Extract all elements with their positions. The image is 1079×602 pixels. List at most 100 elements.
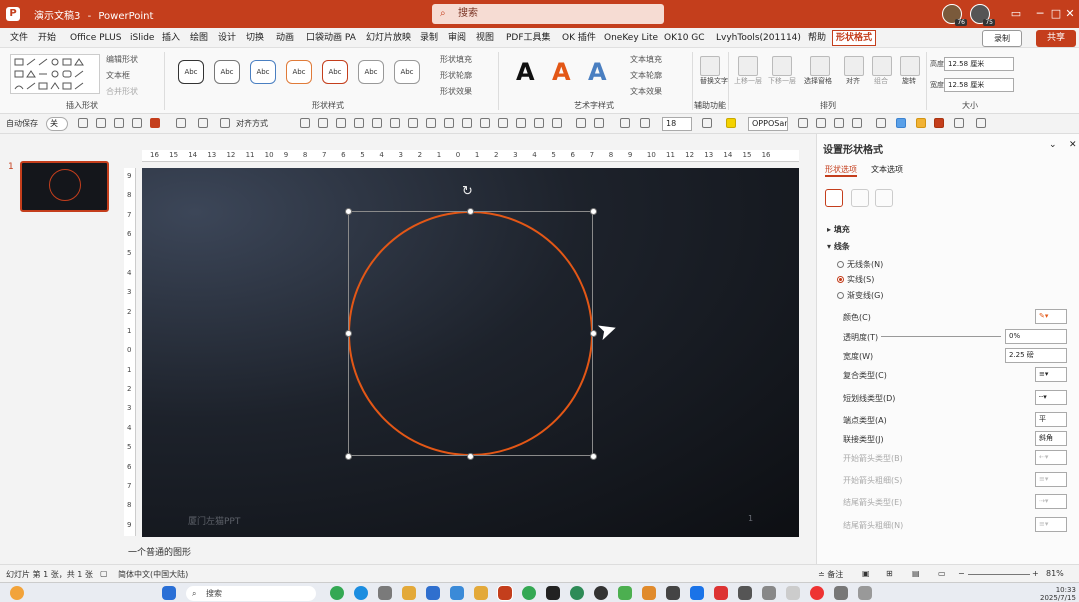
tab-view[interactable]: 视图: [476, 31, 494, 45]
tab-help[interactable]: 帮助: [808, 31, 826, 45]
wechat-icon[interactable]: [570, 586, 584, 600]
redo-icon[interactable]: [220, 118, 230, 128]
screen-icon[interactable]: [954, 118, 964, 128]
edit-shape-button[interactable]: 编辑形状: [106, 54, 138, 65]
ribbon-toggle-icon[interactable]: ▭: [1006, 5, 1026, 23]
app-icon[interactable]: [762, 586, 776, 600]
effects-pentagon-icon[interactable]: [851, 189, 869, 207]
slide-canvas[interactable]: ↻ ➤ 厦门左猫PPT 1: [142, 168, 799, 537]
explorer-icon[interactable]: [402, 586, 416, 600]
width-input[interactable]: 2.25 磅: [1005, 348, 1067, 363]
rotate-icon[interactable]: [900, 56, 920, 76]
mail-icon[interactable]: [450, 586, 464, 600]
alt-text-icon[interactable]: [700, 56, 720, 76]
highlight-icon[interactable]: [726, 118, 736, 128]
underline-icon[interactable]: [834, 118, 844, 128]
resize-handle-bottom[interactable]: [467, 453, 474, 460]
normal-view-icon[interactable]: ▣: [862, 569, 870, 578]
line-spacing-icon[interactable]: [620, 118, 630, 128]
shape-icon[interactable]: [552, 118, 562, 128]
distribute-v-icon[interactable]: [426, 118, 436, 128]
join-type-select[interactable]: 斜角: [1035, 431, 1067, 446]
tab-onekey-lite[interactable]: OneKey Lite: [604, 31, 658, 45]
text-fill-button[interactable]: 文本填充: [630, 54, 662, 65]
app-icon[interactable]: [786, 586, 800, 600]
shape-style-5[interactable]: Abc: [322, 60, 348, 84]
tab-draw[interactable]: 绘图: [190, 31, 208, 45]
tab-shape-format[interactable]: 形状格式: [832, 30, 877, 46]
chart-icon[interactable]: [876, 118, 886, 128]
chrome-icon[interactable]: [330, 586, 344, 600]
begin-arrow-type-select[interactable]: ⇠▾: [1035, 450, 1067, 465]
shape-outline-button[interactable]: 形状轮廓: [440, 70, 472, 81]
tab-record[interactable]: 录制: [420, 31, 438, 45]
table-icon[interactable]: [852, 118, 862, 128]
record-icon[interactable]: [934, 118, 944, 128]
align-top-icon[interactable]: [354, 118, 364, 128]
chevron-down-icon[interactable]: ⌄: [1049, 140, 1057, 150]
zoom-slider[interactable]: [968, 574, 1030, 575]
width-input[interactable]: 12.58 厘米: [944, 78, 1014, 92]
align-middle-icon[interactable]: [372, 118, 382, 128]
wordart-style-1[interactable]: A: [516, 58, 535, 86]
resize-handle-top-left[interactable]: [345, 208, 352, 215]
cap-type-select[interactable]: 平: [1035, 412, 1067, 427]
end-arrow-type-select[interactable]: ⇢▾: [1035, 494, 1067, 509]
resize-handle-left[interactable]: [345, 330, 352, 337]
resize-handle-top[interactable]: [467, 208, 474, 215]
align-bottom-icon[interactable]: [390, 118, 400, 128]
bring-front-icon[interactable]: [480, 118, 490, 128]
wordart-style-3[interactable]: A: [588, 58, 607, 86]
accessibility-icon[interactable]: ▢: [100, 569, 108, 578]
compound-type-select[interactable]: ≡▾: [1035, 367, 1067, 382]
weather-icon[interactable]: [10, 586, 24, 600]
radio-solid-line[interactable]: 实线(S): [837, 274, 874, 285]
format-painter-icon[interactable]: [576, 118, 586, 128]
edge-icon[interactable]: [354, 586, 368, 600]
zoom-out-icon[interactable]: −: [958, 569, 965, 578]
autosave-toggle[interactable]: 关: [46, 117, 68, 131]
shape-style-4[interactable]: Abc: [286, 60, 312, 84]
shape-style-1[interactable]: Abc: [178, 60, 204, 84]
merge-shapes-button[interactable]: 合并形状: [106, 86, 138, 97]
transparency-slider[interactable]: [881, 336, 1001, 337]
picture-icon[interactable]: [534, 118, 544, 128]
tab-insert[interactable]: 插入: [162, 31, 180, 45]
group-icon[interactable]: [872, 56, 892, 76]
shape-fill-icon[interactable]: [896, 118, 906, 128]
tab-design[interactable]: 设计: [218, 31, 236, 45]
close-button[interactable]: ✕: [1060, 5, 1079, 23]
resize-handle-bottom-right[interactable]: [590, 453, 597, 460]
slideshow-icon[interactable]: ▭: [938, 569, 946, 578]
new-icon[interactable]: [96, 118, 106, 128]
align-center-icon[interactable]: [318, 118, 328, 128]
wordart-style-2[interactable]: A: [552, 58, 571, 86]
selection-pane-icon[interactable]: [810, 56, 830, 76]
tab-ok-plugin[interactable]: OK 插件: [562, 31, 596, 45]
share-button[interactable]: 共享: [1036, 30, 1076, 47]
shapes-gallery[interactable]: [10, 54, 100, 94]
zoom-in-icon[interactable]: +: [1032, 569, 1039, 578]
customize-icon[interactable]: [976, 118, 986, 128]
folder-icon[interactable]: [474, 586, 488, 600]
slide-icon[interactable]: [132, 118, 142, 128]
shape-fill-button[interactable]: 形状填充: [440, 54, 472, 65]
app-icon[interactable]: [378, 586, 392, 600]
size-properties-icon[interactable]: [875, 189, 893, 207]
language-status[interactable]: 简体中文(中国大陆): [118, 569, 188, 580]
tab-lvyhtools[interactable]: LvyhTools(201114): [716, 31, 801, 45]
effects-icon[interactable]: [594, 118, 604, 128]
save-icon[interactable]: [78, 118, 88, 128]
app-icon[interactable]: [810, 586, 824, 600]
bold-icon[interactable]: [798, 118, 808, 128]
notes-pane[interactable]: 一个普通的图形: [120, 544, 800, 564]
crop-icon[interactable]: [516, 118, 526, 128]
paint-icon[interactable]: [642, 586, 656, 600]
record-button[interactable]: 录制: [982, 30, 1022, 47]
text-box-button[interactable]: 文本框: [106, 70, 130, 81]
system-clock[interactable]: 10:33 2025/7/15: [1040, 586, 1076, 602]
app-icon[interactable]: [738, 586, 752, 600]
font-size-field[interactable]: 18: [662, 117, 692, 131]
bring-forward-icon[interactable]: [738, 56, 758, 76]
media-icon[interactable]: [594, 586, 608, 600]
